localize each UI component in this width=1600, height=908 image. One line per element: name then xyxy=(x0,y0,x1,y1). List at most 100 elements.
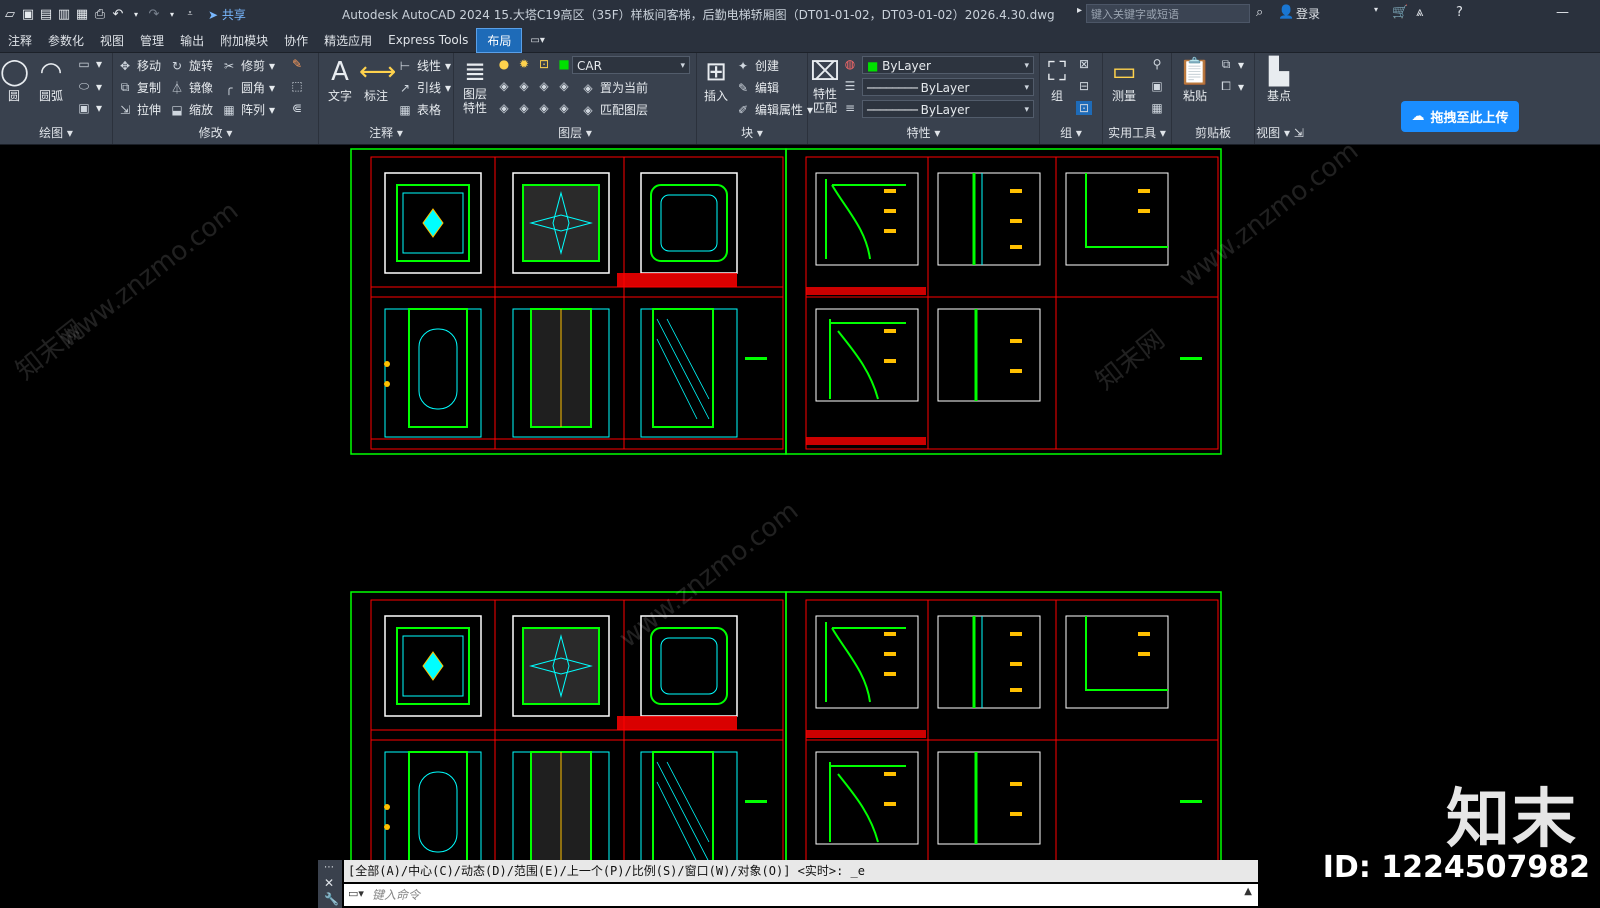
modify-panel-label[interactable]: 修改 ▾ xyxy=(113,124,318,141)
tab-annotate[interactable]: 注释 xyxy=(0,32,40,49)
edit-block-button[interactable]: ✎ 编辑 xyxy=(735,79,779,96)
sheet-bottom-right[interactable] xyxy=(784,590,1223,899)
utilities-panel-label[interactable]: 实用工具 ▾ xyxy=(1103,124,1171,141)
explode-button[interactable]: ⬚ xyxy=(289,79,305,93)
view-panel-label[interactable]: 视图 ▾ ⇲ xyxy=(1255,124,1305,141)
expand-icon[interactable]: ▸ xyxy=(1077,5,1082,16)
command-input[interactable]: 键入命令 xyxy=(344,884,1258,906)
fillet-button[interactable]: ╭ 圆角 ▾ xyxy=(221,79,275,96)
tab-output[interactable]: 输出 xyxy=(172,32,212,49)
set-current-button[interactable]: ◈ 置为当前 xyxy=(580,79,648,96)
move-button[interactable]: ✥ 移动 xyxy=(117,57,161,74)
stretch-button[interactable]: ⇲ 拉伸 xyxy=(117,101,161,118)
insert-button[interactable]: ⊞ 插入 xyxy=(699,57,733,104)
offset-button[interactable]: ⋐ xyxy=(289,101,305,115)
clipboard-panel-label[interactable]: 剪贴板 xyxy=(1172,124,1254,141)
upload-button[interactable]: ☁ 拖拽至此上传 xyxy=(1401,101,1519,132)
layer-dropdown[interactable]: CAR ▾ xyxy=(572,56,690,74)
undo-icon[interactable]: ↶ xyxy=(110,6,126,22)
share-button[interactable]: ➤ 共享 xyxy=(208,6,246,23)
group-panel-label[interactable]: 组 ▾ xyxy=(1040,124,1102,141)
print-icon[interactable]: ⎙ xyxy=(92,6,108,22)
scale-button[interactable]: ⬓ 缩放 xyxy=(169,101,213,118)
save-as-icon[interactable]: ▤ xyxy=(38,6,54,22)
match-layer-button[interactable]: ◈ 匹配图层 xyxy=(580,101,648,118)
copy-clip-icon[interactable]: ⧉ ▾ xyxy=(1218,57,1244,72)
tab-layout[interactable]: 布局 xyxy=(476,27,523,53)
redo-icon[interactable]: ↷ xyxy=(146,6,162,22)
tab-view[interactable]: 视图 xyxy=(92,32,132,49)
layer-properties-button[interactable]: ≣ 图层特性 xyxy=(458,57,492,115)
hatch-button[interactable]: ⬭ ▾ xyxy=(76,79,102,94)
command-prompt-icon[interactable]: ▭▾ xyxy=(348,887,364,900)
chevron-up-icon[interactable]: ▲ xyxy=(1244,886,1252,897)
calculator-icon[interactable]: ▦ xyxy=(1149,101,1165,115)
annotation-panel-label[interactable]: 注释 ▾ xyxy=(319,124,453,141)
sheet-top-left[interactable] xyxy=(350,148,787,455)
mirror-button[interactable]: ⏃ 镜像 xyxy=(169,79,213,96)
search-input[interactable]: 键入关键字或短语 xyxy=(1086,4,1250,23)
help-icon[interactable]: ? xyxy=(1456,5,1463,20)
cart-icon[interactable]: 🛒 xyxy=(1392,5,1408,20)
base-point-button[interactable]: ▙ 基点 xyxy=(1259,57,1299,104)
tab-manage[interactable]: 管理 xyxy=(132,32,172,49)
dimension-button[interactable]: ⟷ 标注 xyxy=(359,57,396,104)
tab-featured-apps[interactable]: 精选应用 xyxy=(316,32,380,49)
paste-button[interactable]: 📋 粘贴 xyxy=(1178,57,1212,104)
ungroup-icon[interactable]: ⊠ xyxy=(1076,57,1092,71)
rectangle-button[interactable]: ▭ ▾ xyxy=(76,57,102,71)
rotate-button[interactable]: ↻ 旋转 xyxy=(169,57,213,74)
match-properties-button[interactable]: ⌧ 特性匹配 xyxy=(810,57,840,115)
layer-tools-row2[interactable]: ◈ ◈ ◈ ◈ xyxy=(496,101,572,115)
sheet-bottom-left[interactable] xyxy=(350,591,787,898)
create-block-button[interactable]: ✦ 创建 xyxy=(735,57,779,74)
web-save-icon[interactable]: ▦ xyxy=(74,6,90,22)
array-button[interactable]: ▦ 阵列 ▾ xyxy=(221,101,275,118)
close-icon[interactable]: ✕ xyxy=(324,876,334,890)
layer-state-icons[interactable]: ● ✹ ⊡ ■ xyxy=(496,57,572,71)
properties-panel-label[interactable]: 特性 ▾ xyxy=(808,124,1039,141)
tab-express-tools[interactable]: Express Tools xyxy=(380,33,476,47)
quick-select-icon[interactable]: ⚲ xyxy=(1149,57,1165,71)
sheet-top-right[interactable] xyxy=(784,147,1223,456)
measure-button[interactable]: ▭ 测量 xyxy=(1105,57,1143,104)
ribbon-minimize-icon[interactable]: ▭▾ xyxy=(522,35,552,46)
web-open-icon[interactable]: ▥ xyxy=(56,6,72,22)
arc-button[interactable]: ◠ 圆弧 xyxy=(34,57,68,104)
select-all-icon[interactable]: ▣ xyxy=(1149,79,1165,93)
tab-collaborate[interactable]: 协作 xyxy=(276,32,316,49)
trim-button[interactable]: ✂ 修剪 ▾ xyxy=(221,57,275,74)
group-select-icon[interactable]: ⊡ xyxy=(1076,101,1092,115)
redo-dropdown-icon[interactable]: ▾ xyxy=(164,6,180,22)
autodesk-icon[interactable]: ⩓ xyxy=(1416,5,1423,20)
block-panel-label[interactable]: 块 ▾ xyxy=(697,124,807,141)
cut-clip-icon[interactable]: ⧠ ▾ xyxy=(1218,79,1244,94)
undo-dropdown-icon[interactable]: ▾ xyxy=(128,6,144,22)
region-button[interactable]: ▣ ▾ xyxy=(76,101,102,115)
circle-button[interactable]: ◯ 圆 xyxy=(0,57,29,104)
drawing-canvas[interactable] xyxy=(0,145,1600,899)
layer-tools-row1[interactable]: ◈ ◈ ◈ ◈ xyxy=(496,79,572,93)
erase-button[interactable]: ✎ xyxy=(289,57,305,71)
group-button[interactable]: ⛶ 组 xyxy=(1042,57,1072,104)
open-icon[interactable]: ▱ xyxy=(2,6,18,22)
color-dropdown[interactable]: ■ ByLayer ▾ xyxy=(862,56,1034,74)
linear-button[interactable]: ⊢ 线性 ▾ xyxy=(397,57,451,74)
tab-addins[interactable]: 附加模块 xyxy=(212,32,276,49)
text-button[interactable]: A 文字 xyxy=(323,57,357,104)
linetype-dropdown[interactable]: ──────── ByLayer ▾ xyxy=(862,78,1034,96)
user-icon[interactable]: 👤 xyxy=(1278,5,1294,20)
lineweight-dropdown[interactable]: ──────── ByLayer ▾ xyxy=(862,100,1034,118)
group-edit-icon[interactable]: ⊟ xyxy=(1076,79,1092,93)
login-button[interactable]: 登录 xyxy=(1296,5,1320,22)
save-icon[interactable]: ▣ xyxy=(20,6,36,22)
tab-parametric[interactable]: 参数化 xyxy=(40,32,92,49)
copy-button[interactable]: ⧉ 复制 xyxy=(117,79,161,96)
layers-panel-label[interactable]: 图层 ▾ xyxy=(454,124,696,141)
draw-panel-label[interactable]: 绘图 ▾ xyxy=(0,124,112,141)
table-button[interactable]: ▦ 表格 xyxy=(397,101,441,118)
customize-icon[interactable]: ⩡ xyxy=(182,6,198,22)
edit-attribute-button[interactable]: ✐ 编辑属性 ▾ xyxy=(735,101,813,118)
leader-button[interactable]: ↗ 引线 ▾ xyxy=(397,79,451,96)
wrench-icon[interactable]: 🔧 xyxy=(324,892,339,906)
